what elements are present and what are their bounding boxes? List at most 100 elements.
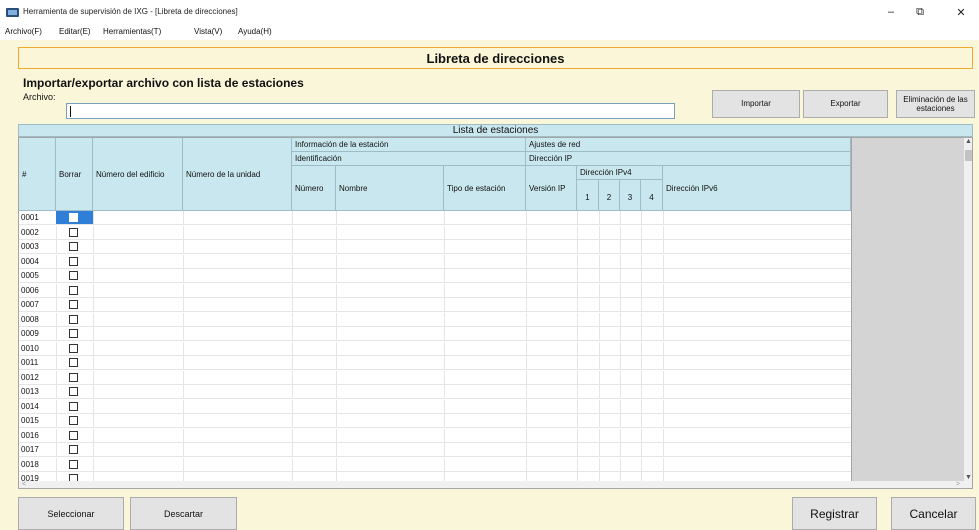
delete-stations-button[interactable]: Eliminación de las estaciones: [896, 90, 975, 118]
delete-checkbox[interactable]: [69, 401, 78, 411]
discard-button[interactable]: Descartar: [130, 497, 237, 530]
row-divider: [577, 457, 578, 472]
row-number: 0012: [21, 372, 39, 382]
menu-editar[interactable]: Editar(E): [59, 27, 91, 36]
header-ipv4-octet-1: 1: [577, 180, 599, 211]
row-divider: [663, 283, 664, 298]
scroll-thumb[interactable]: [965, 150, 972, 161]
horizontal-scrollbar[interactable]: < >: [19, 481, 972, 488]
delete-checkbox[interactable]: [69, 242, 78, 251]
row-divider: [620, 356, 621, 370]
table-row[interactable]: 0004: [19, 254, 851, 269]
menu-herramientas[interactable]: Herramientas(T): [103, 27, 161, 36]
delete-checkbox[interactable]: [69, 459, 78, 469]
table-row[interactable]: 0008: [19, 312, 851, 327]
export-button[interactable]: Exportar: [803, 90, 888, 118]
header-network-settings: Ajustes de red: [526, 138, 851, 152]
row-divider: [526, 312, 527, 327]
row-divider: [599, 254, 600, 269]
row-divider: [183, 283, 184, 298]
table-row[interactable]: 0006: [19, 283, 851, 298]
scroll-left-icon[interactable]: <: [22, 481, 26, 488]
row-divider: [444, 457, 445, 472]
row-divider: [599, 385, 600, 399]
row-divider: [577, 240, 578, 254]
scroll-down-icon[interactable]: ▼: [965, 474, 972, 481]
delete-checkbox[interactable]: [69, 343, 78, 353]
delete-checkbox[interactable]: [69, 445, 78, 454]
row-divider: [663, 211, 664, 225]
row-divider: [599, 356, 600, 370]
table-row[interactable]: 0014: [19, 399, 851, 414]
row-divider: [183, 240, 184, 254]
table-row[interactable]: 0001: [19, 211, 851, 225]
table-row[interactable]: 0012: [19, 370, 851, 385]
table-row[interactable]: 0002: [19, 225, 851, 240]
row-divider: [599, 327, 600, 341]
row-divider: [641, 312, 642, 327]
delete-checkbox[interactable]: [69, 227, 78, 237]
row-divider: [336, 312, 337, 327]
delete-checkbox[interactable]: [69, 256, 78, 266]
delete-checkbox[interactable]: [69, 387, 78, 396]
table-row[interactable]: 0015: [19, 414, 851, 428]
row-divider: [526, 225, 527, 240]
header-station-type: Tipo de estación: [444, 166, 526, 211]
row-divider: [526, 428, 527, 443]
row-divider: [56, 269, 57, 283]
row-divider: [292, 283, 293, 298]
import-button[interactable]: Importar: [712, 90, 800, 118]
menu-archivo[interactable]: Archivo(F): [5, 27, 42, 36]
vertical-scrollbar[interactable]: ▲ ▼: [964, 138, 972, 481]
row-divider: [663, 327, 664, 341]
row-divider: [292, 385, 293, 399]
row-divider: [663, 312, 664, 327]
menu-vista[interactable]: Vista(V): [194, 27, 222, 36]
delete-checkbox[interactable]: [69, 300, 78, 309]
delete-checkbox[interactable]: [69, 358, 78, 367]
delete-checkbox[interactable]: [69, 213, 78, 222]
delete-checkbox[interactable]: [69, 314, 78, 324]
scroll-right-icon[interactable]: >: [956, 481, 960, 488]
table-row[interactable]: 0016: [19, 428, 851, 443]
row-divider: [620, 443, 621, 457]
register-button[interactable]: Registrar: [792, 497, 877, 530]
close-button[interactable]: ✕: [946, 0, 976, 24]
delete-checkbox[interactable]: [69, 285, 78, 295]
row-divider: [577, 269, 578, 283]
file-path-input[interactable]: [66, 103, 675, 119]
minimize-button[interactable]: –: [876, 0, 906, 24]
row-divider: [183, 312, 184, 327]
table-row[interactable]: 0010: [19, 341, 851, 356]
scroll-up-icon[interactable]: ▲: [965, 138, 972, 145]
row-number: 0004: [21, 256, 39, 266]
menu-ayuda[interactable]: Ayuda(H): [238, 27, 272, 36]
row-divider: [444, 370, 445, 385]
row-number: 0002: [21, 227, 39, 237]
row-divider: [641, 428, 642, 443]
row-divider: [599, 341, 600, 356]
table-row[interactable]: 0017: [19, 443, 851, 457]
table-row[interactable]: 0018: [19, 457, 851, 472]
table-row[interactable]: 0011: [19, 356, 851, 370]
table-row[interactable]: 0005: [19, 269, 851, 283]
row-divider: [526, 327, 527, 341]
maximize-button[interactable]: ⧉: [905, 0, 935, 24]
row-divider: [620, 240, 621, 254]
table-row[interactable]: 0009: [19, 327, 851, 341]
delete-checkbox[interactable]: [69, 271, 78, 280]
delete-checkbox[interactable]: [69, 430, 78, 440]
row-number: 0003: [21, 242, 39, 251]
table-row[interactable]: 0007: [19, 298, 851, 312]
delete-checkbox[interactable]: [69, 329, 78, 338]
select-button[interactable]: Seleccionar: [18, 497, 124, 530]
row-divider: [577, 356, 578, 370]
row-divider: [56, 428, 57, 443]
row-divider: [56, 283, 57, 298]
table-row[interactable]: 0003: [19, 240, 851, 254]
delete-checkbox[interactable]: [69, 372, 78, 382]
cancel-button[interactable]: Cancelar: [891, 497, 976, 530]
delete-checkbox[interactable]: [69, 416, 78, 425]
table-row[interactable]: 0013: [19, 385, 851, 399]
row-divider: [641, 356, 642, 370]
